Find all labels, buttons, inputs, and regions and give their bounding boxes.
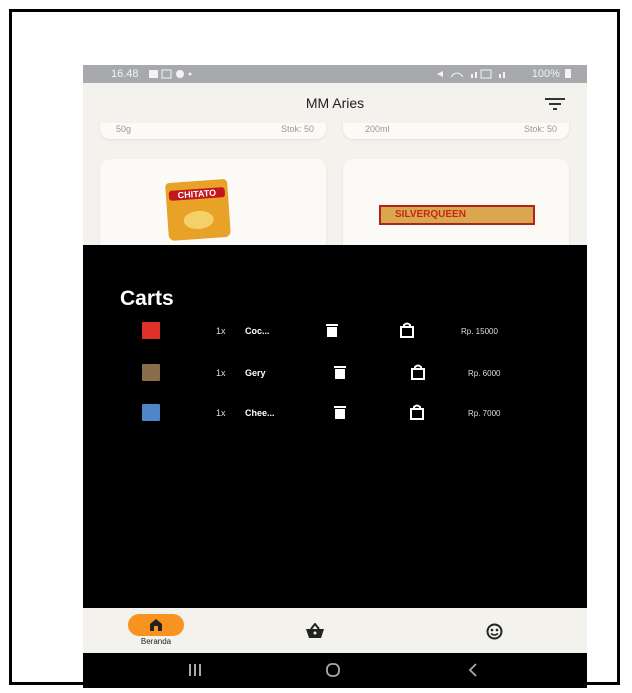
system-navigation xyxy=(83,653,587,688)
product-image: SILVERQUEEN xyxy=(379,205,535,225)
nav-home-label: Beranda xyxy=(140,637,172,646)
trash-icon[interactable] xyxy=(332,404,348,420)
home-system-icon[interactable] xyxy=(325,662,341,678)
battery-icon xyxy=(565,69,571,78)
cart-item: 1x Gery Rp. 6000 xyxy=(83,362,587,384)
status-battery: 100% xyxy=(532,68,571,80)
app-bar: MM Aries xyxy=(83,83,587,123)
product-image: CHITATO xyxy=(165,178,231,242)
product-card[interactable]: 50g Stok: 50 xyxy=(100,123,326,139)
basket-icon[interactable] xyxy=(306,623,324,639)
chitato-logo: CHITATO xyxy=(168,187,226,201)
nav-home-button[interactable] xyxy=(128,614,184,636)
product-grid: 50g Stok: 50 200ml Stok: 50 CHITATO SILV… xyxy=(83,123,587,245)
trash-icon[interactable] xyxy=(324,322,340,338)
item-thumbnail xyxy=(142,404,160,421)
item-name: Coc... xyxy=(245,326,270,336)
bottom-navigation: Beranda xyxy=(83,608,587,653)
product-stock: Stok: 50 xyxy=(280,124,314,134)
product-card[interactable]: 200ml Stok: 50 xyxy=(343,123,569,139)
cart-item: 1x Coc... Rp. 15000 xyxy=(83,320,587,342)
item-name: Gery xyxy=(245,368,266,378)
home-icon xyxy=(150,619,162,631)
back-icon[interactable] xyxy=(468,663,478,677)
item-thumbnail xyxy=(142,322,160,339)
status-time: 16.48 xyxy=(111,68,139,80)
shopping-bag-icon[interactable] xyxy=(410,364,426,380)
battery-percent: 100% xyxy=(531,68,560,80)
cart-heading: Carts xyxy=(120,287,174,310)
product-card[interactable]: CHITATO xyxy=(100,159,326,245)
status-bar: 16.48 100% xyxy=(83,65,587,83)
item-qty: 1x xyxy=(216,408,226,418)
signal-icons xyxy=(435,69,515,82)
phone-screen: 16.48 100% MM Aries 50g Stok: 50 200ml S… xyxy=(83,65,587,688)
item-qty: 1x xyxy=(216,326,226,336)
product-stock: Stok: 50 xyxy=(523,124,557,134)
page-title: MM Aries xyxy=(305,95,365,111)
item-thumbnail xyxy=(142,364,160,381)
product-size: 50g xyxy=(116,124,132,134)
item-price: Rp. 6000 xyxy=(468,369,501,378)
silverqueen-logo: SILVERQUEEN xyxy=(395,209,466,220)
filter-icon[interactable] xyxy=(545,97,565,111)
trash-icon[interactable] xyxy=(332,364,348,380)
status-icons xyxy=(149,69,193,82)
shopping-bag-icon[interactable] xyxy=(399,322,415,338)
item-price: Rp. 7000 xyxy=(468,409,501,418)
cart-item: 1x Chee... Rp. 7000 xyxy=(83,402,587,424)
item-name: Chee... xyxy=(245,408,275,418)
item-qty: 1x xyxy=(216,368,226,378)
item-price: Rp. 15000 xyxy=(461,327,498,336)
cart-sheet: Carts 1x Coc... Rp. 15000 1x Gery Rp. 60… xyxy=(83,245,587,608)
shopping-bag-icon[interactable] xyxy=(409,404,425,420)
product-card[interactable]: SILVERQUEEN xyxy=(343,159,569,245)
emoji-icon[interactable] xyxy=(486,623,503,640)
recent-apps-icon[interactable] xyxy=(188,664,202,676)
product-size: 200ml xyxy=(365,124,390,134)
screenshot-frame: 16.48 100% MM Aries 50g Stok: 50 200ml S… xyxy=(9,9,620,688)
